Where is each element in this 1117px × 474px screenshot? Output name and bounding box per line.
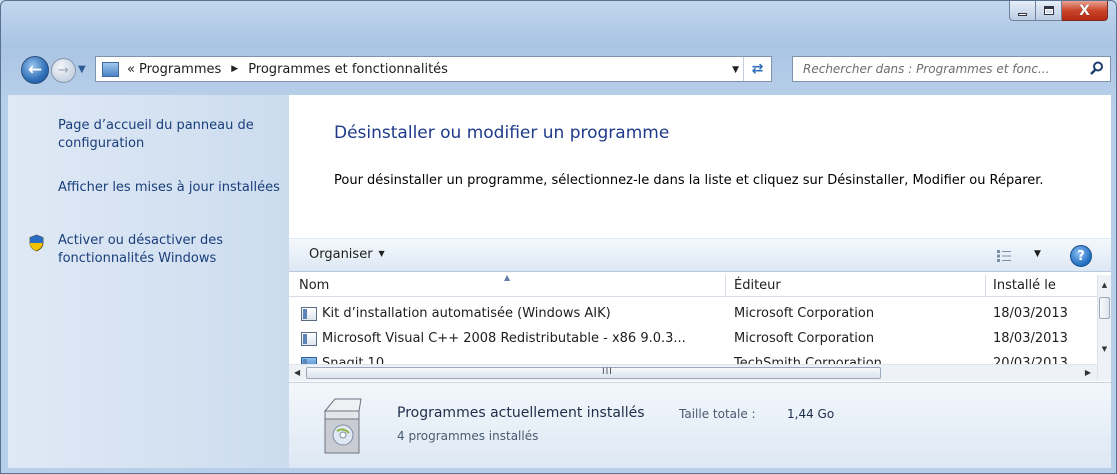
page-title: Désinstaller ou modifier un programme — [334, 123, 670, 143]
caption-buttons: X — [1009, 1, 1108, 21]
column-name[interactable]: Nom — [299, 278, 329, 293]
breadcrumb-programs-features[interactable]: Programmes et fonctionnalités — [248, 62, 448, 77]
column-divider[interactable] — [725, 275, 726, 297]
search-input[interactable] — [803, 62, 1083, 76]
page-description: Pour désinstaller un programme, sélectio… — [334, 173, 1044, 188]
program-icon — [301, 307, 317, 321]
windows-features-link[interactable]: Activer ou désactiver des fonctionnalité… — [58, 232, 283, 268]
table-row[interactable]: Kit d’installation automatisée (Windows … — [289, 303, 1097, 325]
table-row[interactable]: Microsoft Visual C++ 2008 Redistributabl… — [289, 328, 1097, 350]
help-button[interactable]: ? — [1070, 245, 1092, 267]
organize-label: Organiser — [309, 247, 373, 262]
sort-ascending-icon: ▲ — [504, 273, 511, 282]
column-publisher[interactable]: Éditeur — [734, 278, 781, 293]
control-panel-icon — [102, 61, 119, 77]
back-button[interactable]: ← — [21, 56, 49, 84]
details-pane: Programmes actuellement installés Taille… — [289, 382, 1111, 468]
minimize-icon — [1018, 13, 1027, 16]
program-name: Kit d’installation automatisée (Windows … — [322, 306, 611, 321]
program-install-date: 18/03/2013 — [993, 306, 1068, 321]
chevron-down-icon: ▼ — [378, 249, 385, 258]
horizontal-scrollbar[interactable]: ◀ III ▶ — [289, 364, 1097, 381]
address-bar[interactable]: « Programmes ▶ Programmes et fonctionnal… — [95, 56, 772, 82]
address-dropdown-icon[interactable]: ▼ — [732, 65, 739, 75]
program-icon — [301, 332, 317, 346]
horizontal-scroll-thumb[interactable]: III — [306, 367, 881, 379]
close-button[interactable]: X — [1062, 1, 1108, 21]
total-size-value: 1,44 Go — [787, 407, 835, 421]
breadcrumb-programmes[interactable]: Programmes — [139, 62, 221, 77]
program-publisher: Microsoft Corporation — [734, 306, 875, 321]
vertical-scroll-thumb[interactable] — [1099, 297, 1110, 319]
command-bar: Organiser ▼ ▼ ? — [289, 238, 1111, 272]
minimize-button[interactable] — [1009, 1, 1036, 21]
back-arrow-icon: ← — [27, 60, 43, 80]
scroll-left-icon[interactable]: ◀ — [294, 368, 300, 377]
installed-count: 4 programmes installés — [397, 429, 539, 443]
recent-pages-dropdown[interactable]: ▼ — [78, 64, 86, 75]
scroll-grip: III — [602, 367, 613, 377]
column-divider[interactable] — [985, 275, 986, 297]
program-install-date: 20/03/2013 — [993, 356, 1068, 364]
scroll-down-icon[interactable]: ▼ — [1098, 345, 1111, 353]
help-icon: ? — [1077, 248, 1085, 264]
main-content: Désinstaller ou modifier un programme Po… — [289, 95, 1111, 468]
view-options-dropdown-icon[interactable]: ▼ — [1034, 249, 1041, 259]
scroll-up-icon[interactable]: ▲ — [1098, 281, 1111, 289]
forward-button[interactable]: → — [51, 58, 76, 83]
program-name: Snagit 10 — [322, 356, 385, 364]
list-header: ▲ Nom Éditeur Installé le — [289, 273, 1097, 297]
refresh-button[interactable]: ⇄ — [743, 57, 771, 81]
breadcrumb-separator-icon[interactable]: ▶ — [231, 64, 238, 74]
program-install-date: 18/03/2013 — [993, 331, 1068, 346]
search-box[interactable] — [792, 56, 1111, 82]
maximize-icon — [1043, 6, 1054, 15]
shield-icon — [29, 234, 44, 252]
close-icon: X — [1079, 2, 1090, 19]
search-icon[interactable] — [1090, 61, 1104, 75]
breadcrumb-overflow[interactable]: « — [127, 62, 135, 77]
table-row[interactable]: Snagit 10 TechSmith Corporation 20/03/20… — [289, 353, 1097, 364]
view-installed-updates-link[interactable]: Afficher les mises à jour installées — [58, 179, 283, 197]
program-list: Kit d’installation automatisée (Windows … — [289, 297, 1097, 364]
control-panel-home-link[interactable]: Page d’accueil du panneau de configurati… — [58, 117, 283, 153]
organize-menu[interactable]: Organiser ▼ — [309, 247, 385, 262]
view-details-icon[interactable] — [996, 249, 1012, 263]
navigation-bar: ← → ▼ « Programmes ▶ Programmes et fonct… — [21, 56, 1111, 84]
vertical-scrollbar[interactable]: ▲ ▼ — [1097, 275, 1111, 381]
explorer-window: X ← → ▼ « Programmes ▶ Programmes et fon… — [0, 0, 1117, 474]
program-publisher: Microsoft Corporation — [734, 331, 875, 346]
maximize-button[interactable] — [1036, 1, 1062, 21]
task-pane: Page d’accueil du panneau de configurati… — [8, 95, 289, 468]
details-title: Programmes actuellement installés — [397, 405, 645, 421]
installed-programs-icon — [323, 398, 362, 454]
program-publisher: TechSmith Corporation — [734, 356, 882, 364]
column-installed-on[interactable]: Installé le — [993, 278, 1056, 293]
scroll-right-icon[interactable]: ▶ — [1085, 368, 1091, 377]
snagit-icon — [301, 357, 317, 364]
program-name: Microsoft Visual C++ 2008 Redistributabl… — [322, 331, 686, 346]
forward-arrow-icon: → — [58, 63, 69, 78]
total-size-label: Taille totale : — [679, 407, 756, 421]
